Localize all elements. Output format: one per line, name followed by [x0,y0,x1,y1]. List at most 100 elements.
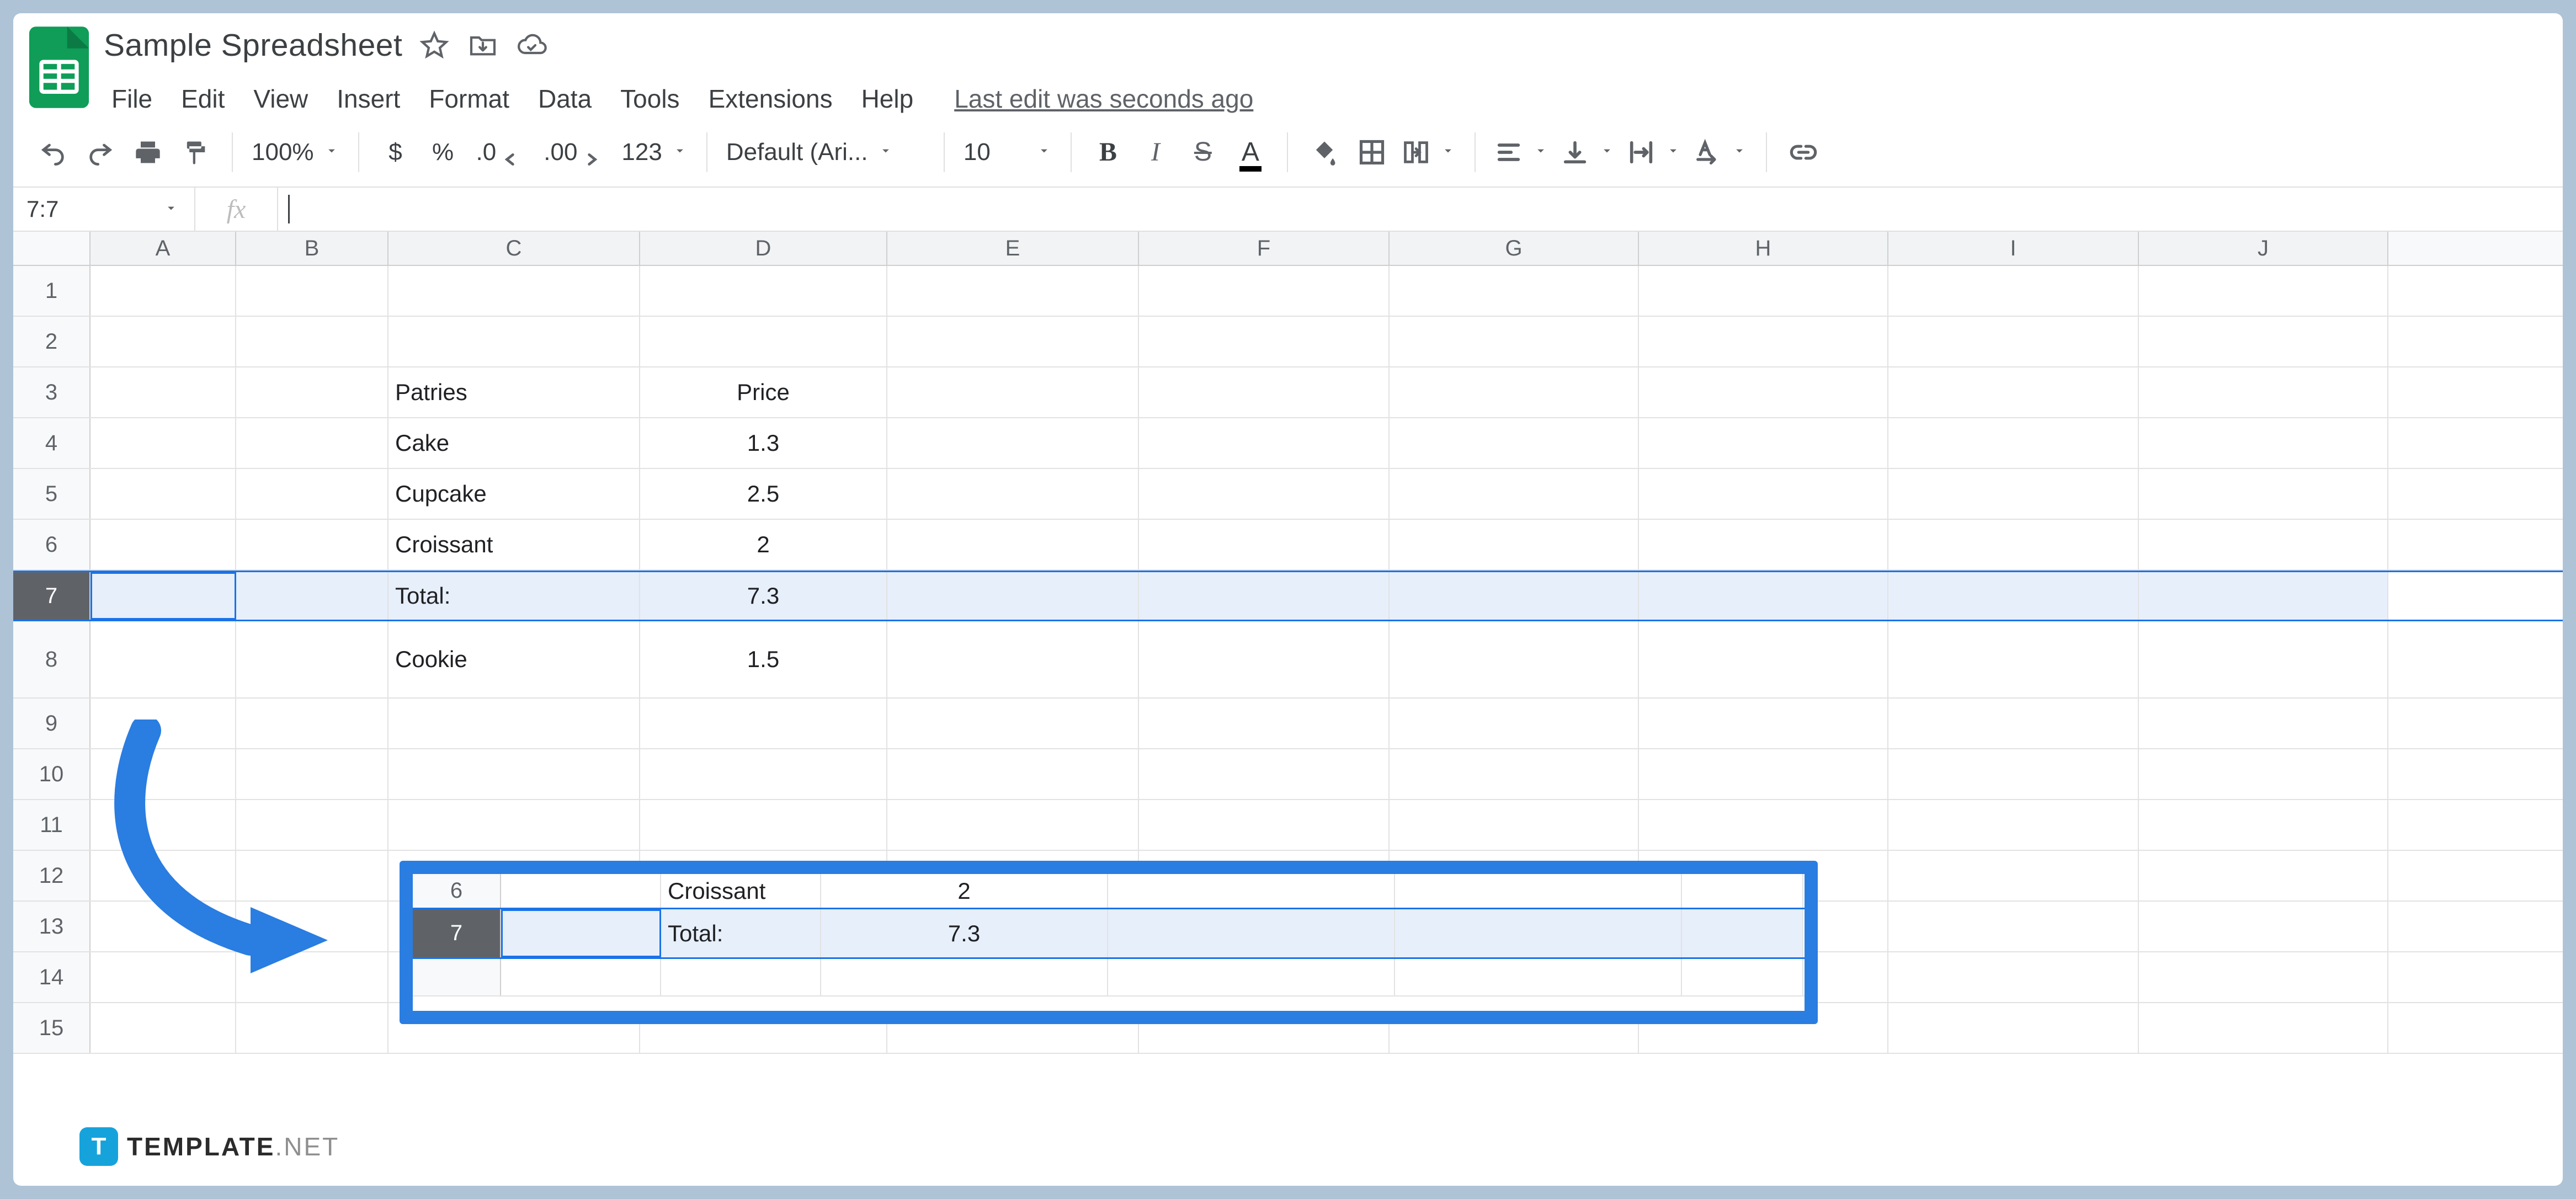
cell-H3[interactable] [1639,367,1888,417]
cell-D1[interactable] [640,266,887,316]
menu-view[interactable]: View [249,81,312,117]
text-wrap-dropdown[interactable] [1627,138,1681,167]
cell-J12[interactable] [2139,851,2388,900]
menu-file[interactable]: File [107,81,157,117]
cell-G5[interactable] [1390,469,1639,519]
column-header-C[interactable]: C [388,232,640,265]
column-header-F[interactable]: F [1139,232,1390,265]
name-box[interactable]: 7:7 [13,188,195,231]
cell-A2[interactable] [91,317,236,366]
insert-link-button[interactable] [1786,132,1821,172]
merge-cells-dropdown[interactable] [1402,138,1456,167]
cell-I7[interactable] [1888,572,2139,620]
cell-C1[interactable] [388,266,640,316]
row-header-12[interactable]: 12 [13,851,91,900]
cell-D8[interactable]: 1.5 [640,621,887,697]
cell-E4[interactable] [887,418,1139,468]
cell-J9[interactable] [2139,699,2388,748]
cell-D6[interactable]: 2 [640,520,887,569]
cell-B15[interactable] [236,1003,388,1053]
row-header-1[interactable]: 1 [13,266,91,316]
cell-H1[interactable] [1639,266,1888,316]
cell-I2[interactable] [1888,317,2139,366]
cell-G3[interactable] [1390,367,1639,417]
cell-D3[interactable]: Price [640,367,887,417]
cell-H10[interactable] [1639,749,1888,799]
cell-B7[interactable] [236,572,388,620]
cell-I12[interactable] [1888,851,2139,900]
cell-D5[interactable]: 2.5 [640,469,887,519]
cell-D2[interactable] [640,317,887,366]
cell-E8[interactable] [887,621,1139,697]
column-header-B[interactable]: B [236,232,388,265]
cell-A15[interactable] [91,1003,236,1053]
cell-H5[interactable] [1639,469,1888,519]
cell-A4[interactable] [91,418,236,468]
fill-color-button[interactable] [1307,132,1342,172]
cell-J13[interactable] [2139,902,2388,951]
cell-B5[interactable] [236,469,388,519]
cell-G11[interactable] [1390,800,1639,850]
format-currency-button[interactable]: $ [378,132,413,172]
move-to-folder-icon[interactable] [466,29,499,62]
row-header-4[interactable]: 4 [13,418,91,468]
cell-F5[interactable] [1139,469,1390,519]
cell-H6[interactable] [1639,520,1888,569]
more-formats-dropdown[interactable]: 123 [621,138,687,166]
cell-C10[interactable] [388,749,640,799]
print-button[interactable] [130,132,166,172]
cell-B10[interactable] [236,749,388,799]
cell-B13[interactable] [236,902,388,951]
cell-H8[interactable] [1639,621,1888,697]
cell-H9[interactable] [1639,699,1888,748]
cell-C7[interactable]: Total: [388,572,640,620]
cell-I13[interactable] [1888,902,2139,951]
cell-C6[interactable]: Croissant [388,520,640,569]
cell-H2[interactable] [1639,317,1888,366]
cell-E2[interactable] [887,317,1139,366]
row-header-15[interactable]: 15 [13,1003,91,1053]
cell-B9[interactable] [236,699,388,748]
cell-I4[interactable] [1888,418,2139,468]
menu-extensions[interactable]: Extensions [704,81,837,117]
cell-B2[interactable] [236,317,388,366]
row-header-3[interactable]: 3 [13,367,91,417]
decrease-decimal-button[interactable]: .0 [473,132,529,172]
cell-F8[interactable] [1139,621,1390,697]
row-header-6[interactable]: 6 [13,520,91,569]
cell-F3[interactable] [1139,367,1390,417]
cell-J11[interactable] [2139,800,2388,850]
column-header-G[interactable]: G [1390,232,1639,265]
cell-E11[interactable] [887,800,1139,850]
cell-I9[interactable] [1888,699,2139,748]
cell-F11[interactable] [1139,800,1390,850]
cell-B8[interactable] [236,621,388,697]
cell-I6[interactable] [1888,520,2139,569]
cell-G6[interactable] [1390,520,1639,569]
cell-B6[interactable] [236,520,388,569]
cell-C8[interactable]: Cookie [388,621,640,697]
cell-E6[interactable] [887,520,1139,569]
cell-J8[interactable] [2139,621,2388,697]
row-header-13[interactable]: 13 [13,902,91,951]
cell-C11[interactable] [388,800,640,850]
cell-G1[interactable] [1390,266,1639,316]
cell-A1[interactable] [91,266,236,316]
column-header-H[interactable]: H [1639,232,1888,265]
cell-A11[interactable] [91,800,236,850]
row-header-9[interactable]: 9 [13,699,91,748]
zoom-dropdown[interactable]: 100% [252,138,339,166]
row-header-8[interactable]: 8 [13,621,91,697]
format-percent-button[interactable]: % [425,132,461,172]
cell-D10[interactable] [640,749,887,799]
cell-J14[interactable] [2139,952,2388,1002]
cell-E9[interactable] [887,699,1139,748]
cell-I8[interactable] [1888,621,2139,697]
column-header-A[interactable]: A [91,232,236,265]
cell-D9[interactable] [640,699,887,748]
cell-G8[interactable] [1390,621,1639,697]
paint-format-button[interactable] [178,132,213,172]
menu-data[interactable]: Data [534,81,596,117]
cell-J7[interactable] [2139,572,2388,620]
cell-D4[interactable]: 1.3 [640,418,887,468]
